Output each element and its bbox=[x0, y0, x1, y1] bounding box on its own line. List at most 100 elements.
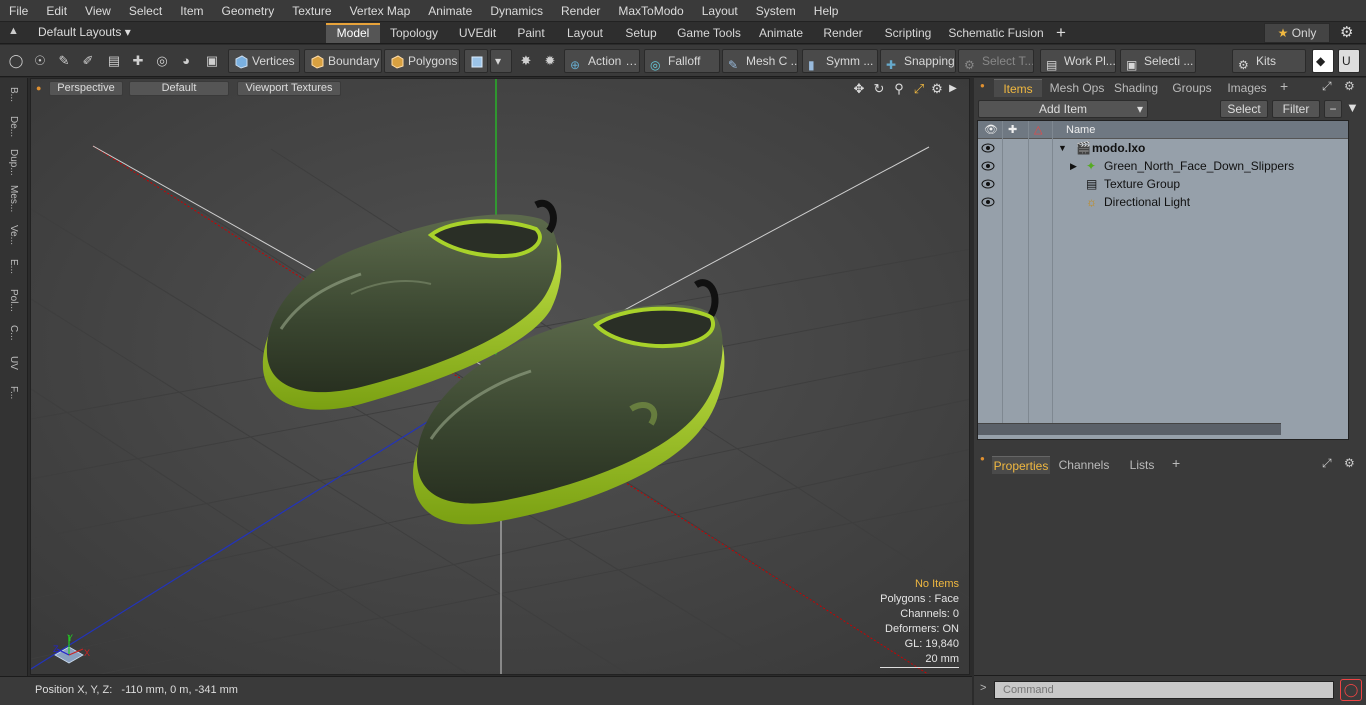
target-icon[interactable]: ◎ bbox=[152, 51, 172, 71]
menu-vertex-map[interactable]: Vertex Map bbox=[341, 0, 420, 22]
boundary-button[interactable]: Boundary bbox=[304, 49, 382, 73]
left-tab-basic[interactable]: B... bbox=[4, 82, 22, 108]
left-tab-polygon[interactable]: Pol... bbox=[4, 284, 22, 316]
expand-arrow-icon[interactable]: ▼ bbox=[1058, 139, 1067, 157]
tab-shading[interactable]: Shading bbox=[1110, 79, 1162, 97]
cube-icon[interactable]: ▣ bbox=[202, 51, 222, 71]
eye-icon[interactable] bbox=[981, 142, 995, 154]
tab-game-tools[interactable]: Game Tools bbox=[672, 23, 746, 43]
tab-paint[interactable]: Paint bbox=[510, 23, 552, 43]
symmetry-button[interactable]: ▮ Symm ... bbox=[802, 49, 878, 73]
pan-icon[interactable]: ✥ bbox=[851, 81, 867, 97]
name-column-header[interactable]: Name bbox=[1066, 121, 1095, 139]
left-tab-duplicate[interactable]: Dup... bbox=[4, 146, 22, 178]
menu-edit[interactable]: Edit bbox=[37, 0, 76, 22]
gear-icon[interactable]: ⚙ bbox=[1340, 23, 1353, 41]
pen-icon[interactable]: ✎ bbox=[54, 51, 74, 71]
rotate-icon[interactable]: ◕ bbox=[176, 51, 196, 71]
tab-layout[interactable]: Layout bbox=[560, 23, 610, 43]
viewport-textures-button[interactable]: Viewport Textures bbox=[237, 81, 341, 96]
tab-lists[interactable]: Lists bbox=[1120, 456, 1164, 474]
tab-render[interactable]: Render bbox=[816, 23, 870, 43]
vertices-button[interactable]: Vertices bbox=[228, 49, 300, 73]
mode-dropdown[interactable]: ▾ bbox=[490, 49, 512, 73]
polygons-button[interactable]: Polygons bbox=[384, 49, 460, 73]
select-button[interactable]: Select bbox=[1220, 100, 1268, 118]
menu-dynamics[interactable]: Dynamics bbox=[481, 0, 552, 22]
eye-icon[interactable] bbox=[981, 196, 995, 208]
list-item[interactable]: ▼ 🎬 modo.lxo bbox=[978, 139, 1348, 157]
viewport-menu-dot-icon[interactable]: ● bbox=[36, 83, 41, 93]
work-plane-button[interactable]: ▤ Work Pl... bbox=[1040, 49, 1116, 73]
tab-scripting[interactable]: Scripting bbox=[876, 23, 940, 43]
viewport-expand-icon[interactable]: ▶ bbox=[945, 81, 961, 97]
tab-items[interactable]: Items bbox=[994, 79, 1042, 97]
props-menu-dot-icon[interactable]: ● bbox=[980, 454, 985, 463]
menu-layout[interactable]: Layout bbox=[693, 0, 747, 22]
only-toggle[interactable]: ★ Only bbox=[1264, 23, 1330, 43]
eye-icon[interactable] bbox=[981, 178, 995, 190]
menu-texture[interactable]: Texture bbox=[283, 0, 340, 22]
align-icon[interactable]: ▤ bbox=[104, 51, 124, 71]
menu-render[interactable]: Render bbox=[552, 0, 609, 22]
panel-menu-dot-icon[interactable]: ● bbox=[980, 81, 985, 90]
props-expand-icon[interactable]: ⤢ bbox=[1322, 456, 1332, 471]
menu-animate[interactable]: Animate bbox=[419, 0, 481, 22]
props-gear-icon[interactable]: ⚙ bbox=[1344, 456, 1355, 470]
viewport-settings-icon[interactable]: ⚙ bbox=[929, 81, 945, 97]
expand-arrow-icon[interactable]: ▶ bbox=[1070, 157, 1077, 175]
tab-animate[interactable]: Animate bbox=[752, 23, 810, 43]
tab-model[interactable]: Model bbox=[326, 23, 380, 43]
tab-schematic-fusion[interactable]: Schematic Fusion bbox=[946, 23, 1046, 43]
menu-file[interactable]: File bbox=[0, 0, 37, 22]
lock-column-icon[interactable]: ✚ bbox=[1008, 121, 1017, 139]
render-column-icon[interactable]: △ bbox=[1034, 121, 1042, 139]
action-center-button[interactable]: ⊕ Action … bbox=[564, 49, 640, 73]
filter-button[interactable]: Filter bbox=[1272, 100, 1320, 118]
list-item[interactable]: ▶ ✦ Green_North_Face_Down_Slippers bbox=[978, 157, 1348, 175]
left-tab-deform[interactable]: De... bbox=[4, 112, 22, 142]
left-tab-uv[interactable]: UV bbox=[4, 350, 22, 376]
layout-dropdown[interactable]: Default Layouts ▾ bbox=[38, 25, 131, 39]
center-icon[interactable]: ✚ bbox=[128, 51, 148, 71]
tab-uvedit[interactable]: UVEdit bbox=[450, 23, 505, 43]
kits-button[interactable]: ⚙ Kits bbox=[1232, 49, 1306, 73]
horizontal-scrollbar[interactable] bbox=[978, 423, 1281, 435]
menu-maxtomodo[interactable]: MaxToModo bbox=[609, 0, 692, 22]
tab-channels[interactable]: Channels bbox=[1056, 456, 1112, 474]
unity-icon[interactable]: ◆ bbox=[1312, 49, 1334, 73]
zoom-icon[interactable]: ⚲ bbox=[891, 81, 907, 97]
brush-icon[interactable]: ✐ bbox=[78, 51, 98, 71]
add-item-button[interactable]: Add Item ▾ bbox=[978, 100, 1148, 118]
left-tab-edge[interactable]: E... bbox=[4, 254, 22, 280]
menu-system[interactable]: System bbox=[747, 0, 805, 22]
funnel-icon[interactable]: ▼ bbox=[1346, 100, 1359, 115]
circle-select-icon[interactable]: ◯ bbox=[6, 51, 26, 71]
command-input[interactable] bbox=[994, 681, 1334, 699]
eye-icon[interactable] bbox=[981, 160, 995, 172]
left-tab-curve[interactable]: C... bbox=[4, 320, 22, 346]
sym-icon[interactable]: ✸ bbox=[516, 51, 536, 71]
left-tab-mesh-edit[interactable]: Mes... bbox=[4, 182, 22, 216]
3d-viewport[interactable]: Y X Z ● Perspective Default Viewport Tex… bbox=[30, 78, 970, 675]
tab-images[interactable]: Images bbox=[1222, 79, 1272, 97]
menu-view[interactable]: View bbox=[76, 0, 120, 22]
menu-item[interactable]: Item bbox=[171, 0, 212, 22]
tab-setup[interactable]: Setup bbox=[618, 23, 664, 43]
snapping-button[interactable]: ✚ Snapping bbox=[880, 49, 956, 73]
add-panel-tab-icon[interactable]: + bbox=[1280, 78, 1288, 94]
list-item[interactable]: ☼ Directional Light bbox=[978, 193, 1348, 211]
orbit-icon[interactable]: ↻ bbox=[871, 81, 887, 97]
add-props-tab-icon[interactable]: + bbox=[1172, 455, 1180, 471]
list-item[interactable]: ▤ Texture Group bbox=[978, 175, 1348, 193]
left-tab-vertex[interactable]: Ve... bbox=[4, 220, 22, 250]
item-mode-button[interactable] bbox=[464, 49, 488, 73]
panel-gear-icon[interactable]: ⚙ bbox=[1344, 79, 1355, 93]
add-tab-icon[interactable]: + bbox=[1056, 23, 1066, 43]
select-through-button[interactable]: ⚙ Select T... bbox=[958, 49, 1034, 73]
tab-topology[interactable]: Topology bbox=[384, 23, 444, 43]
sym2-icon[interactable]: ✹ bbox=[540, 51, 560, 71]
view-perspective-button[interactable]: Perspective bbox=[49, 81, 123, 96]
globe-icon[interactable]: ☉ bbox=[30, 51, 50, 71]
menu-help[interactable]: Help bbox=[805, 0, 848, 22]
